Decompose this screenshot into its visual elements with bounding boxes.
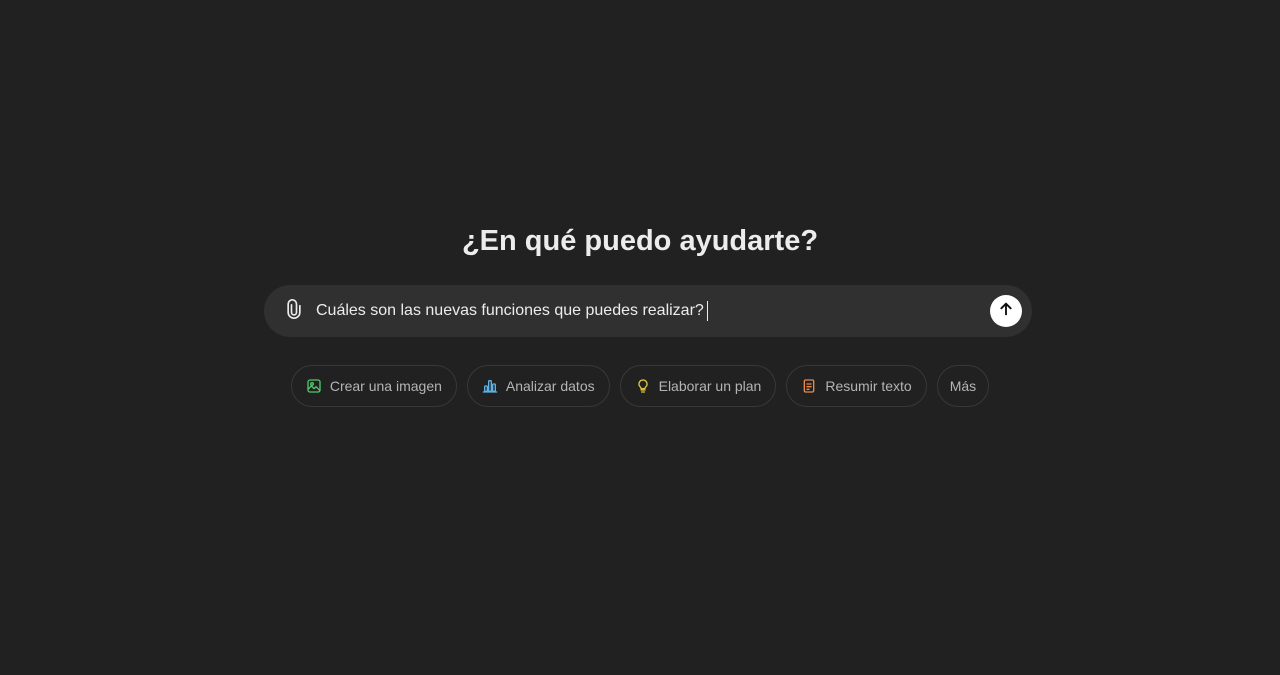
prompt-composer: Cuáles son las nuevas funciones que pued… (264, 285, 1032, 337)
page-title: ¿En qué puedo ayudarte? (461, 225, 819, 257)
prompt-input[interactable]: Cuáles son las nuevas funciones que pued… (316, 298, 976, 324)
document-icon (801, 378, 817, 394)
lightbulb-icon (635, 378, 651, 394)
more-suggestions-button[interactable]: Más (936, 365, 990, 407)
suggestion-label: Analizar datos (505, 378, 595, 394)
bar-chart-icon (482, 378, 498, 394)
suggestion-elaborar-plan[interactable]: Elaborar un plan (619, 365, 777, 407)
prompt-input-value: Cuáles son las nuevas funciones que pued… (316, 302, 704, 319)
suggestion-analizar-datos[interactable]: Analizar datos (466, 365, 610, 407)
more-label: Más (949, 378, 977, 394)
image-icon (306, 378, 322, 394)
text-caret (706, 301, 708, 321)
suggestion-label: Resumir texto (825, 378, 912, 394)
suggestion-resumir-texto[interactable]: Resumir texto (786, 365, 927, 407)
paperclip-icon (284, 298, 304, 324)
suggestion-label: Elaborar un plan (658, 378, 762, 394)
suggestion-label: Crear una imagen (329, 378, 442, 394)
suggestion-chips: Crear una imagen Analizar datos Elaborar… (0, 365, 1280, 407)
attach-button[interactable] (278, 295, 310, 327)
chat-home: ¿En qué puedo ayudarte? Cuáles son las n… (0, 0, 1280, 675)
send-button[interactable] (990, 295, 1022, 327)
suggestion-crear-imagen[interactable]: Crear una imagen (290, 365, 457, 407)
arrow-up-icon (998, 301, 1014, 322)
